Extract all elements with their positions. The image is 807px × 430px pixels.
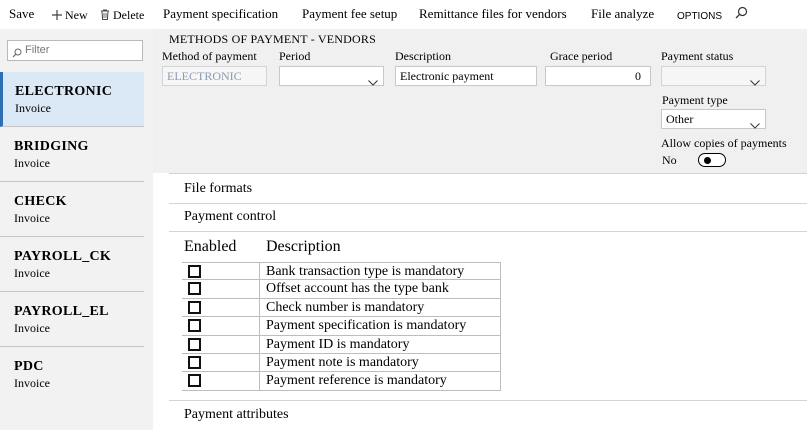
allow-copies-value: No bbox=[662, 153, 677, 167]
options-tab[interactable]: OPTIONS bbox=[677, 9, 722, 25]
payment-type-value: Other bbox=[666, 112, 694, 126]
grace-period-label: Grace period bbox=[550, 49, 613, 63]
list-item[interactable]: PAYROLL_EL Invoice bbox=[0, 292, 144, 347]
filter-input[interactable]: Filter bbox=[7, 40, 143, 61]
list-item[interactable]: ELECTRONIC Invoice bbox=[0, 72, 144, 127]
payment-fee-setup-button[interactable]: Payment fee setup bbox=[302, 6, 397, 22]
method-of-payment-label: Method of payment bbox=[162, 49, 257, 63]
description-value: Electronic payment bbox=[400, 69, 494, 83]
page-title: METHODS OF PAYMENT - VENDORS bbox=[169, 32, 376, 46]
new-button[interactable]: New bbox=[52, 7, 88, 24]
method-of-payment-value: ELECTRONIC bbox=[167, 69, 242, 83]
method-type: Invoice bbox=[14, 156, 50, 170]
enabled-checkbox[interactable] bbox=[188, 319, 201, 333]
description-label: Description bbox=[395, 49, 451, 63]
allow-copies-toggle[interactable] bbox=[698, 153, 726, 167]
row-description: Payment note is mandatory bbox=[259, 353, 419, 372]
allow-copies-label: Allow copies of payments bbox=[661, 136, 787, 150]
delete-button[interactable]: Delete bbox=[100, 7, 144, 24]
payment-control-grid: Bank transaction type is mandatory Offse… bbox=[182, 262, 501, 391]
table-row[interactable]: Payment note is mandatory bbox=[182, 353, 501, 373]
search-icon[interactable] bbox=[735, 6, 748, 23]
enabled-checkbox[interactable] bbox=[188, 300, 201, 314]
enabled-checkbox[interactable] bbox=[188, 355, 201, 369]
payment-attributes-section[interactable]: Payment attributes bbox=[184, 407, 289, 423]
list-item[interactable]: CHECK Invoice bbox=[0, 182, 144, 237]
filter-placeholder: Filter bbox=[25, 44, 50, 56]
method-name: CHECK bbox=[14, 194, 67, 209]
grid-border bbox=[500, 262, 501, 390]
section-divider bbox=[169, 231, 807, 232]
table-row[interactable]: Payment reference is mandatory bbox=[182, 372, 501, 391]
method-type: Invoice bbox=[14, 376, 50, 390]
method-of-payment-field: ELECTRONIC bbox=[162, 66, 267, 86]
method-type: Invoice bbox=[15, 101, 51, 115]
method-name: PAYROLL_CK bbox=[14, 249, 112, 264]
chevron-down-icon bbox=[368, 73, 378, 91]
table-row[interactable]: Check number is mandatory bbox=[182, 298, 501, 318]
chevron-down-icon bbox=[750, 116, 760, 134]
action-pane: Save New Delete Payment specification Pa… bbox=[0, 0, 807, 29]
enabled-checkbox[interactable] bbox=[188, 265, 201, 278]
table-row[interactable]: Payment specification is mandatory bbox=[182, 317, 501, 336]
trash-icon bbox=[100, 8, 110, 24]
method-name: BRIDGING bbox=[14, 139, 89, 154]
method-type: Invoice bbox=[14, 321, 50, 335]
payment-type-select[interactable]: Other bbox=[661, 109, 766, 129]
payment-specification-button[interactable]: Payment specification bbox=[163, 6, 278, 22]
section-divider bbox=[169, 400, 807, 401]
search-icon bbox=[12, 45, 22, 63]
method-name: ELECTRONIC bbox=[15, 84, 113, 99]
period-select[interactable] bbox=[279, 66, 384, 86]
column-header-enabled[interactable]: Enabled bbox=[184, 238, 236, 256]
file-formats-section[interactable]: File formats bbox=[184, 181, 252, 197]
chevron-down-icon bbox=[750, 73, 760, 91]
row-description: Check number is mandatory bbox=[259, 298, 424, 317]
grace-period-value: 0 bbox=[635, 69, 641, 83]
method-list-pane: Filter ELECTRONIC Invoice BRIDGING Invoi… bbox=[0, 29, 153, 430]
enabled-checkbox[interactable] bbox=[188, 337, 201, 351]
method-type: Invoice bbox=[14, 211, 50, 225]
row-description: Offset account has the type bank bbox=[259, 280, 449, 298]
description-input[interactable]: Electronic payment bbox=[395, 66, 537, 86]
method-list: ELECTRONIC Invoice BRIDGING Invoice CHEC… bbox=[0, 72, 144, 402]
column-header-description[interactable]: Description bbox=[266, 238, 341, 256]
method-name: PDC bbox=[14, 359, 44, 374]
section-divider bbox=[169, 173, 807, 174]
row-description: Payment specification is mandatory bbox=[259, 317, 466, 335]
table-row[interactable]: Payment ID is mandatory bbox=[182, 335, 501, 354]
section-divider bbox=[169, 203, 807, 204]
row-description: Bank transaction type is mandatory bbox=[259, 263, 464, 280]
save-button[interactable]: Save bbox=[9, 6, 34, 22]
delete-button-label: Delete bbox=[113, 8, 145, 22]
table-row[interactable]: Bank transaction type is mandatory bbox=[182, 262, 501, 281]
plus-icon bbox=[52, 8, 62, 24]
row-description: Payment reference is mandatory bbox=[259, 372, 447, 390]
method-type: Invoice bbox=[14, 266, 50, 280]
payment-status-label: Payment status bbox=[661, 49, 734, 63]
list-item[interactable]: PAYROLL_CK Invoice bbox=[0, 237, 144, 292]
method-name: PAYROLL_EL bbox=[14, 304, 109, 319]
payment-control-section[interactable]: Payment control bbox=[184, 209, 276, 225]
remittance-files-button[interactable]: Remittance files for vendors bbox=[419, 6, 567, 22]
list-item[interactable]: PDC Invoice bbox=[0, 347, 144, 402]
payment-type-label: Payment type bbox=[662, 93, 728, 107]
enabled-checkbox[interactable] bbox=[188, 374, 201, 388]
payment-status-select[interactable] bbox=[661, 66, 766, 86]
table-row[interactable]: Offset account has the type bank bbox=[182, 280, 501, 299]
new-button-label: New bbox=[65, 8, 88, 22]
list-item[interactable]: BRIDGING Invoice bbox=[0, 127, 144, 182]
enabled-checkbox[interactable] bbox=[188, 282, 201, 296]
row-description: Payment ID is mandatory bbox=[259, 335, 409, 353]
file-analyze-button[interactable]: File analyze bbox=[591, 6, 654, 22]
details-header: METHODS OF PAYMENT - VENDORS Method of p… bbox=[153, 29, 807, 173]
grace-period-input[interactable]: 0 bbox=[545, 66, 651, 86]
toggle-knob bbox=[704, 157, 711, 164]
period-label: Period bbox=[279, 49, 311, 63]
